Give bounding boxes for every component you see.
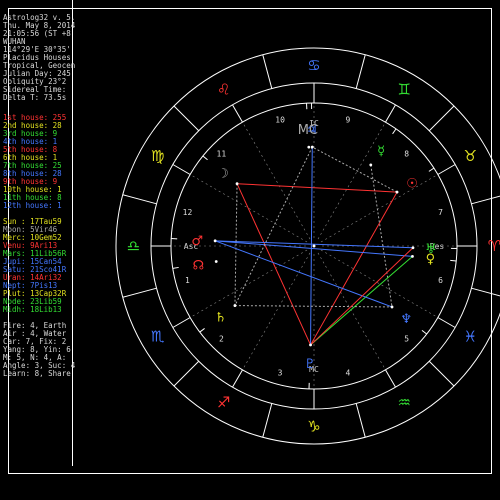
- house-cusp-line: [385, 104, 396, 123]
- sign-divider: [122, 194, 157, 205]
- planet-tick: [392, 128, 397, 135]
- aspect-line: [310, 191, 398, 346]
- house-number: 10: [275, 115, 285, 124]
- sign-libra-icon: ♎: [127, 237, 140, 255]
- sign-aries-icon: ♈: [488, 237, 500, 255]
- house-number: 2: [219, 335, 224, 344]
- planet-mars-icon: ♂: [191, 234, 203, 249]
- planet-marker: [307, 145, 311, 149]
- aspect-line: [234, 183, 238, 306]
- house-cusp-line: [437, 164, 456, 175]
- sign-cancer-icon: ♋: [307, 57, 320, 75]
- house-cusp-line: [437, 317, 456, 328]
- house-cusp-dotted: [242, 122, 311, 240]
- aspect-line: [234, 146, 313, 306]
- sign-capricorn-icon: ♑: [307, 418, 320, 436]
- astrology-wheel: ♈♉♊♋♌♍♎♏♐♑♒♓123 456789101112Asc DesMCIC☉☽☿…: [115, 47, 500, 445]
- sign-divider: [428, 105, 455, 132]
- house-cusp-line: [232, 104, 243, 123]
- aspect-line: [234, 305, 393, 308]
- sign-divider: [173, 105, 200, 132]
- sign-divider: [471, 287, 500, 297]
- sign-divider: [262, 54, 273, 89]
- house-cusp-line: [172, 164, 191, 175]
- aspect-line: [214, 240, 393, 308]
- house-cusp-line: [385, 369, 396, 388]
- planet-tick: [428, 167, 435, 172]
- planet-marker: [369, 163, 373, 167]
- house-number: 5: [404, 335, 409, 344]
- planet-sun-icon: ☉: [406, 176, 418, 191]
- sign-divider: [428, 360, 455, 387]
- sign-divider: [262, 403, 273, 438]
- house-number: 6: [438, 276, 443, 285]
- sign-aquarius-icon: ♒: [398, 393, 411, 411]
- chart-center: [312, 244, 316, 248]
- sign-gemini-icon: ♊: [398, 81, 411, 99]
- planet-uranus-icon: ♅: [425, 242, 437, 257]
- house-cusp-dotted: [320, 174, 438, 243]
- aspect-line: [310, 147, 313, 345]
- sign-pisces-icon: ♓: [464, 327, 477, 345]
- house-number: 9: [345, 115, 350, 124]
- sign-divider: [471, 195, 500, 205]
- planet-tick: [172, 266, 179, 269]
- aspect-line: [237, 183, 398, 193]
- planet-marker: [395, 190, 399, 194]
- planet-tick: [199, 328, 205, 333]
- planet-north-node-icon: ☊: [193, 258, 205, 273]
- planet-marker: [390, 305, 394, 309]
- planet-midheaven-icon: MC: [298, 123, 318, 138]
- house-number: 4: [345, 369, 350, 378]
- house-number: 12: [183, 208, 193, 217]
- sign-leo-icon: ♌: [217, 81, 230, 99]
- planet-saturn-icon: ♄: [215, 310, 227, 325]
- sign-divider: [355, 403, 366, 438]
- house-number: 1: [185, 276, 190, 285]
- planet-pluto-icon: ♇: [304, 357, 316, 372]
- house-cusp-dotted: [317, 252, 386, 370]
- house-number: 11: [217, 149, 227, 158]
- house-cusp-dotted: [320, 249, 438, 318]
- aspect-line: [236, 183, 311, 346]
- house-number: 8: [404, 149, 409, 158]
- sign-divider: [122, 287, 157, 298]
- planet-marker: [213, 239, 217, 243]
- planet-marker: [310, 145, 314, 149]
- planet-marker: [309, 343, 312, 347]
- planet-marker: [235, 182, 239, 186]
- planet-marker: [233, 304, 237, 307]
- sign-divider: [173, 360, 200, 387]
- planet-marker: [214, 260, 218, 263]
- sign-divider: [355, 54, 366, 89]
- aspect-line: [370, 164, 393, 308]
- planet-moon-icon: ☽: [217, 166, 229, 181]
- astrolog-window: Astrolog32 v. 5. Thu. May 8, 2014 21:05:56…: [0, 0, 500, 500]
- house-number: 7: [438, 208, 443, 217]
- house-number: 3: [278, 369, 283, 378]
- planet-mercury-icon: ☿: [377, 144, 385, 159]
- planet-tick: [450, 259, 457, 262]
- sign-taurus-icon: ♉: [464, 147, 477, 165]
- sign-scorpio-icon: ♏: [151, 327, 165, 345]
- sign-virgo-icon: ♍: [151, 147, 164, 165]
- planet-tick: [421, 329, 427, 335]
- planet-neptune-icon: ♆: [400, 312, 412, 327]
- aspect-line: [310, 255, 413, 346]
- sign-sagittarius-icon: ♐: [217, 393, 230, 411]
- planet-marker: [411, 254, 414, 258]
- planet-tick: [202, 155, 208, 161]
- house-cusp-line: [172, 317, 191, 328]
- house-cusp-line: [232, 369, 243, 388]
- planet-marker: [411, 246, 415, 250]
- house-cusp-dotted: [190, 249, 308, 318]
- aspect-line: [310, 247, 414, 346]
